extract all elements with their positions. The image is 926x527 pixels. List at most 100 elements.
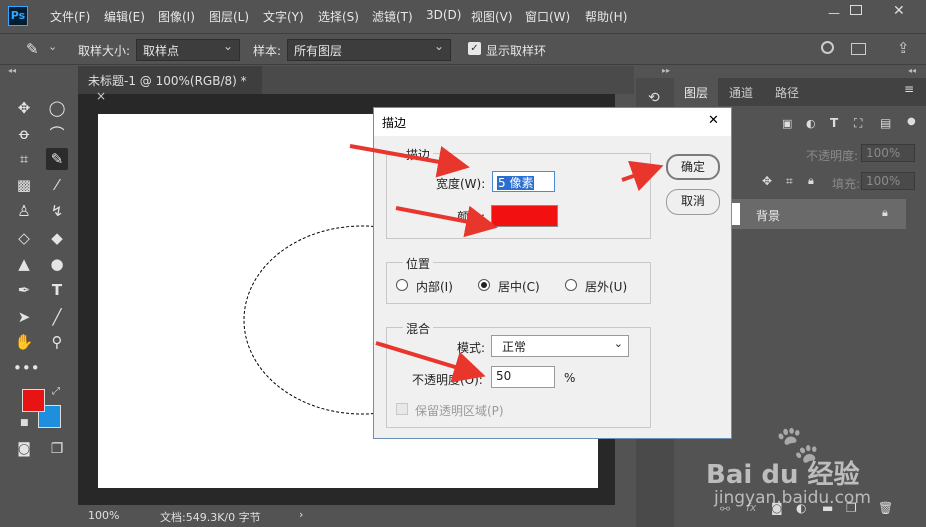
mode-label: 模式:: [457, 341, 486, 355]
new-layer-icon[interactable]: ❐: [846, 501, 857, 515]
hand-tool-icon[interactable]: ✋: [13, 331, 35, 353]
add-mask-icon[interactable]: ◙: [771, 501, 783, 515]
search-icon[interactable]: [821, 41, 834, 54]
foreground-color-swatch[interactable]: [22, 389, 45, 412]
more-tools-icon[interactable]: •••: [13, 357, 40, 379]
tool-preset-chevron-icon[interactable]: ⌄: [48, 40, 57, 53]
clone-stamp-tool-icon[interactable]: ♙: [13, 200, 35, 222]
radio-center[interactable]: [478, 279, 490, 291]
menu-file[interactable]: 文件(F): [50, 8, 90, 25]
quick-mask-icon[interactable]: ◙: [13, 438, 35, 460]
tab-layers[interactable]: 图层: [676, 78, 718, 106]
eyedropper-tool-icon[interactable]: ✎: [26, 40, 39, 58]
panel-collapse-icon[interactable]: ▸▸: [662, 66, 670, 75]
sample-select[interactable]: 所有图层: [287, 39, 451, 61]
document-tab[interactable]: 未标题-1 @ 100%(RGB/8) * ×: [78, 66, 262, 103]
lock-all-icon[interactable]: 🔒︎: [808, 174, 814, 188]
filter-shape-icon[interactable]: ⛶: [854, 116, 862, 131]
line-tool-icon[interactable]: ╱: [46, 306, 68, 328]
menu-3d[interactable]: 3D(D): [426, 8, 461, 22]
blur-tool-icon[interactable]: ▲: [13, 253, 35, 275]
workspace-icon[interactable]: [851, 43, 866, 55]
width-label: 宽度(W):: [436, 177, 486, 191]
history-brush-tool-icon[interactable]: ↯: [46, 200, 68, 222]
menu-type[interactable]: 文字(Y): [263, 8, 304, 25]
menu-help[interactable]: 帮助(H): [585, 8, 627, 25]
crop-tool-icon[interactable]: ⌗: [13, 148, 35, 170]
eyedropper-tool-icon[interactable]: ✎: [46, 148, 68, 170]
tab-close-icon[interactable]: ×: [96, 89, 106, 103]
lock-artboard-icon[interactable]: ⌗: [786, 174, 793, 189]
menu-image[interactable]: 图像(I): [158, 8, 195, 25]
dialog-titlebar[interactable]: 描边 ✕: [374, 108, 731, 136]
width-value: 5 像素: [497, 176, 535, 190]
fx-icon[interactable]: fx: [746, 501, 756, 514]
collapse-arrows-icon[interactable]: ◂◂: [8, 66, 16, 75]
pen-tool-icon[interactable]: ✒: [13, 279, 35, 301]
opacity-input[interactable]: 50: [491, 366, 555, 388]
close-window-icon[interactable]: ✕: [893, 3, 905, 19]
show-ring-checkbox[interactable]: ✓: [468, 42, 481, 55]
lock-move-icon[interactable]: ✥: [762, 174, 772, 188]
share-icon[interactable]: ⇪: [897, 39, 910, 57]
radio-center-label: 居中(C): [498, 280, 540, 294]
opacity-value: 50: [496, 369, 512, 383]
width-input[interactable]: 5 像素: [492, 171, 555, 192]
filter-type-icon[interactable]: T: [830, 116, 838, 130]
history-icon[interactable]: ⟲: [648, 90, 660, 106]
dialog-close-icon[interactable]: ✕: [708, 113, 719, 128]
status-more-icon[interactable]: ›: [299, 508, 303, 521]
menu-window[interactable]: 窗口(W): [525, 8, 570, 25]
healing-brush-tool-icon[interactable]: ▩: [13, 174, 35, 196]
filter-toggle-icon[interactable]: ●: [907, 116, 916, 127]
lasso-tool-icon[interactable]: ꝋ: [13, 123, 35, 145]
ellipse-marquee-tool-icon[interactable]: ◯: [46, 97, 68, 119]
radio-inside[interactable]: [396, 279, 408, 291]
filter-adjust-icon[interactable]: ◐: [806, 117, 816, 130]
filter-smart-icon[interactable]: ▤: [880, 116, 891, 130]
maximize-icon[interactable]: [850, 5, 862, 15]
opacity-field[interactable]: 100%: [861, 144, 915, 162]
radio-outside[interactable]: [565, 279, 577, 291]
paint-bucket-tool-icon[interactable]: ◆: [46, 227, 68, 249]
move-tool-icon[interactable]: ✥: [13, 97, 35, 119]
swap-colors-icon[interactable]: ⤢: [52, 386, 60, 397]
tab-channels[interactable]: 通道: [729, 84, 753, 101]
zoom-level[interactable]: 100%: [88, 509, 119, 522]
adjustment-layer-icon[interactable]: ◐: [796, 501, 806, 515]
screen-mode-icon[interactable]: ❐: [46, 438, 68, 460]
menu-filter[interactable]: 滤镜(T): [372, 8, 413, 25]
ok-button[interactable]: 确定: [666, 154, 720, 180]
new-group-icon[interactable]: ▬: [822, 501, 833, 515]
panel-menu-icon[interactable]: ≡: [904, 82, 914, 96]
tab-paths[interactable]: 路径: [775, 84, 799, 101]
menu-edit[interactable]: 编辑(E): [104, 8, 145, 25]
fill-value: 100%: [866, 174, 901, 188]
default-colors-icon[interactable]: ■: [20, 418, 29, 428]
layer-row-background[interactable]: 背景 🔒︎: [732, 199, 906, 229]
brush-tool-icon[interactable]: ⁄: [46, 174, 68, 196]
dodge-tool-icon[interactable]: ●: [46, 253, 68, 275]
cancel-button[interactable]: 取消: [666, 189, 720, 215]
ok-label: 确定: [680, 160, 705, 174]
opacity-label: 不透明度(O):: [412, 373, 483, 387]
link-layers-icon[interactable]: ⚯: [720, 502, 730, 516]
menu-select[interactable]: 选择(S): [318, 8, 359, 25]
delete-layer-icon[interactable]: 🗑︎: [878, 501, 893, 515]
filter-image-icon[interactable]: ▣: [782, 117, 792, 130]
menu-layer[interactable]: 图层(L): [209, 8, 249, 25]
fill-field[interactable]: 100%: [861, 172, 915, 190]
type-tool-icon[interactable]: T: [46, 279, 68, 301]
tab-strip-bg: [262, 66, 634, 94]
menu-view[interactable]: 视图(V): [471, 8, 513, 25]
eraser-tool-icon[interactable]: ◇: [13, 227, 35, 249]
minimize-icon[interactable]: —: [826, 6, 842, 20]
path-selection-tool-icon[interactable]: ➤: [13, 306, 35, 328]
sample-size-select[interactable]: 取样点: [136, 39, 240, 61]
panel-expand-icon[interactable]: ◂◂: [908, 66, 916, 75]
zoom-tool-icon[interactable]: ⚲: [46, 331, 68, 353]
stroke-color-swatch[interactable]: [491, 205, 558, 227]
preserve-transparency-checkbox[interactable]: [396, 403, 408, 415]
mode-select[interactable]: 正常 ⌄: [491, 335, 629, 357]
quick-selection-tool-icon[interactable]: ⌒: [46, 123, 68, 145]
